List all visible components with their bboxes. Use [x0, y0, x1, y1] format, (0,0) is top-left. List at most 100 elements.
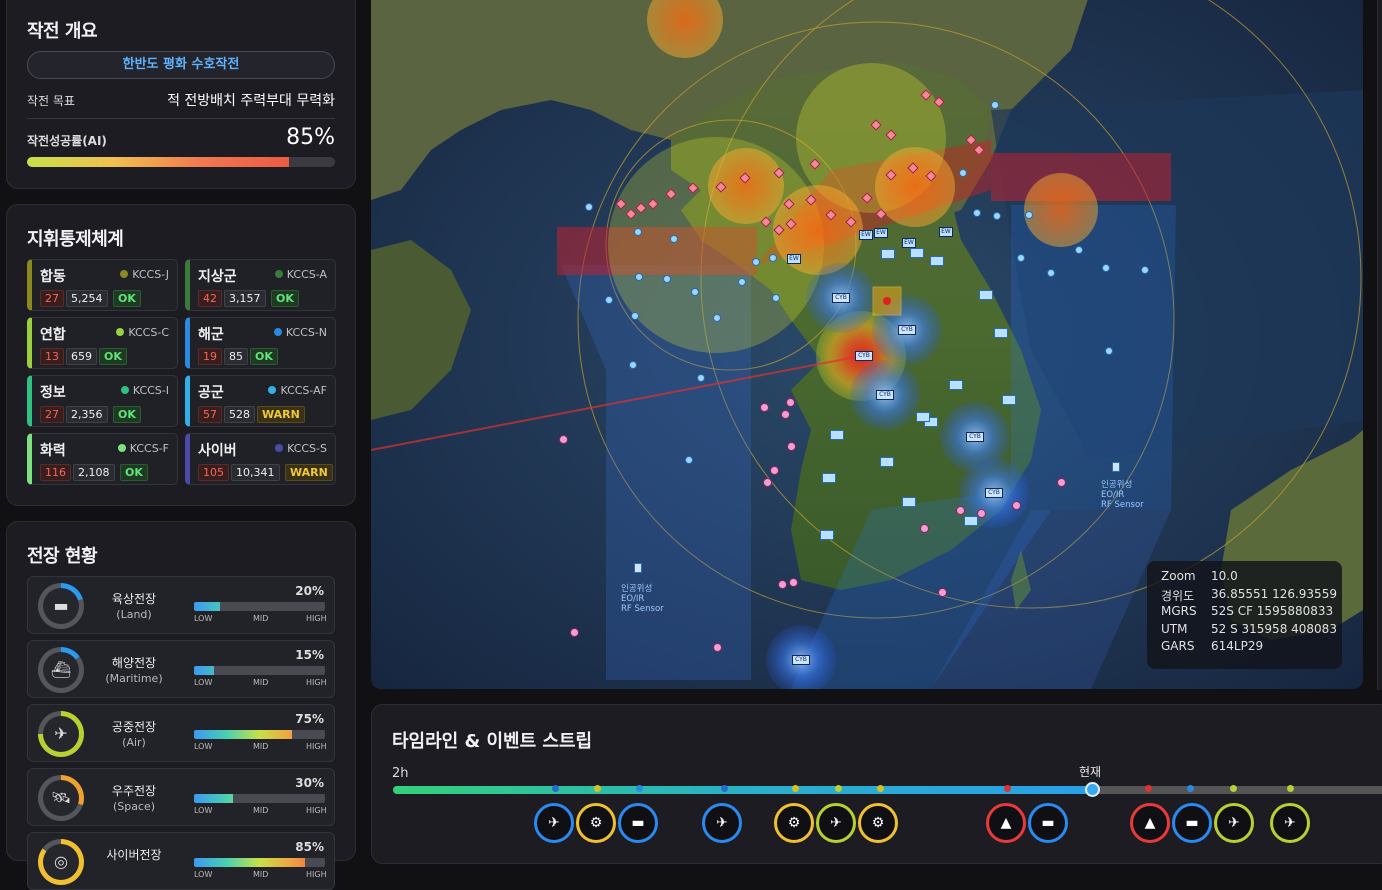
civil-marker[interactable] [1057, 478, 1066, 487]
c2-card-kccs-c[interactable]: 연합 KCCS-C 13 659 OK [27, 317, 178, 369]
neutral-contact-marker[interactable] [663, 275, 671, 283]
neutral-contact-marker[interactable] [959, 169, 967, 177]
neutral-contact-marker[interactable] [631, 312, 639, 320]
civil-marker[interactable] [787, 442, 796, 451]
civil-marker[interactable] [977, 509, 986, 518]
civil-marker[interactable] [760, 403, 769, 412]
timeline-event-drone-icon[interactable]: ✈ [534, 803, 574, 843]
civil-marker[interactable] [781, 410, 790, 419]
friendly-unit-marker[interactable] [830, 430, 844, 440]
neutral-contact-marker[interactable] [1017, 254, 1025, 262]
friendly-unit-marker[interactable] [881, 249, 895, 259]
operation-name-badge[interactable]: 한반도 평화 수호작전 [27, 51, 335, 79]
neutral-contact-marker[interactable] [769, 254, 777, 262]
tactical-map[interactable]: CYB CYB CYB CYB CYB CYB CYB EW EW EW EW EW 인공위성 EO/… [371, 0, 1363, 689]
neutral-contact-marker[interactable] [1075, 246, 1083, 254]
cyber-unit-marker[interactable]: CYB [985, 488, 1003, 498]
timeline-event-cyber-icon[interactable]: ⚙ [858, 803, 898, 843]
civil-marker[interactable] [778, 580, 787, 589]
friendly-unit-marker[interactable] [880, 457, 894, 467]
neutral-contact-marker[interactable] [605, 296, 613, 304]
neutral-contact-marker[interactable] [973, 209, 981, 217]
cyber-unit-marker[interactable]: CYB [966, 432, 984, 442]
battlefield-row-cyber[interactable]: ◎ 사이버전장 85% LOW MID HIGH [27, 832, 335, 890]
timeline-event-cyber-icon[interactable]: ⚙ [576, 803, 616, 843]
friendly-unit-marker[interactable] [902, 497, 916, 507]
neutral-contact-marker[interactable] [635, 273, 643, 281]
civil-marker[interactable] [1012, 501, 1021, 510]
timeline-event-tick[interactable] [792, 785, 799, 792]
ew-unit-marker[interactable]: EW [787, 254, 801, 264]
c2-card-kccs-j[interactable]: 합동 KCCS-J 27 5,254 OK [27, 259, 178, 311]
satellite-sensor-icon[interactable] [1112, 462, 1120, 472]
timeline-event-jet-icon[interactable]: ✈ [1270, 803, 1310, 843]
friendly-unit-marker[interactable] [979, 290, 993, 300]
neutral-contact-marker[interactable] [697, 374, 705, 382]
neutral-contact-marker[interactable] [670, 235, 678, 243]
satellite-sensor-icon[interactable] [634, 563, 642, 573]
timeline-event-tick[interactable] [1145, 785, 1152, 792]
c2-card-kccs-i[interactable]: 정보 KCCS-I 27 2,356 OK [27, 375, 178, 427]
timeline-event-tick[interactable] [1230, 785, 1237, 792]
civil-marker[interactable] [763, 478, 772, 487]
timeline-event-missile-icon[interactable]: ▲ [1130, 803, 1170, 843]
civil-marker[interactable] [920, 524, 929, 533]
neutral-contact-marker[interactable] [1141, 266, 1149, 274]
friendly-unit-marker[interactable] [930, 256, 944, 266]
battlefield-row-air[interactable]: ✈ 공중전장 (Air) 75% LOW MID HIGH [27, 704, 335, 762]
neutral-contact-marker[interactable] [1102, 264, 1110, 272]
timeline-now-handle[interactable] [1085, 782, 1100, 797]
cyber-unit-marker[interactable]: CYB [855, 351, 873, 361]
timeline-event-tick[interactable] [877, 785, 884, 792]
timeline-event-missile-icon[interactable]: ▲ [986, 803, 1026, 843]
friendly-unit-marker[interactable] [949, 380, 963, 390]
c2-card-kccs-a[interactable]: 지상군 KCCS-A 42 3,157 OK [185, 259, 336, 311]
neutral-contact-marker[interactable] [993, 212, 1001, 220]
civil-marker[interactable] [789, 578, 798, 587]
friendly-unit-marker[interactable] [820, 530, 834, 540]
ew-unit-marker[interactable]: EW [902, 238, 916, 248]
ew-unit-marker[interactable]: EW [874, 228, 888, 238]
neutral-contact-marker[interactable] [629, 361, 637, 369]
neutral-contact-marker[interactable] [585, 203, 593, 211]
timeline-event-tank-icon[interactable]: ▬ [1172, 803, 1212, 843]
timeline-event-jet-icon[interactable]: ✈ [816, 803, 856, 843]
timeline-event-tank-icon[interactable]: ▬ [1028, 803, 1068, 843]
neutral-contact-marker[interactable] [1047, 269, 1055, 277]
civil-marker[interactable] [938, 588, 947, 597]
cyber-unit-marker[interactable]: CYB [876, 390, 894, 400]
civil-marker[interactable] [786, 398, 795, 407]
c2-card-kccs-s[interactable]: 사이버 KCCS-S 105 10,341 WARN [185, 433, 336, 485]
cyber-unit-marker[interactable]: CYB [792, 655, 810, 665]
friendly-unit-marker[interactable] [994, 328, 1008, 338]
battlefield-row-land[interactable]: ▬ 육상전장 (Land) 20% LOW MID HIGH [27, 576, 335, 634]
neutral-contact-marker[interactable] [691, 288, 699, 296]
neutral-contact-marker[interactable] [738, 278, 746, 286]
c2-card-kccs-f[interactable]: 화력 KCCS-F 116 2,108 OK [27, 433, 178, 485]
timeline-event-tank-icon[interactable]: ▬ [618, 803, 658, 843]
timeline-event-tick[interactable] [594, 785, 601, 792]
civil-marker[interactable] [559, 435, 568, 444]
civil-marker[interactable] [570, 628, 579, 637]
timeline-event-tick[interactable] [1004, 785, 1011, 792]
neutral-contact-marker[interactable] [685, 456, 693, 464]
timeline-event-cyber-icon[interactable]: ⚙ [774, 803, 814, 843]
friendly-unit-marker[interactable] [916, 412, 930, 422]
timeline-event-tick[interactable] [835, 785, 842, 792]
timeline-event-tick[interactable] [636, 785, 643, 792]
neutral-contact-marker[interactable] [1105, 347, 1113, 355]
timeline-event-drone-icon[interactable]: ✈ [702, 803, 742, 843]
neutral-contact-marker[interactable] [991, 101, 999, 109]
friendly-unit-marker[interactable] [964, 516, 978, 526]
friendly-unit-marker[interactable] [910, 248, 924, 258]
battlefield-row-space[interactable]: 🛰 우주전장 (Space) 30% LOW MID HIGH [27, 768, 335, 826]
ew-unit-marker[interactable]: EW [939, 227, 953, 237]
timeline-event-tick[interactable] [1187, 785, 1194, 792]
friendly-unit-marker[interactable] [1002, 395, 1016, 405]
neutral-contact-marker[interactable] [634, 228, 642, 236]
timeline-event-tick[interactable] [721, 785, 728, 792]
c2-card-kccs-n[interactable]: 해군 KCCS-N 19 85 OK [185, 317, 336, 369]
neutral-contact-marker[interactable] [713, 314, 721, 322]
civil-marker[interactable] [770, 466, 779, 475]
civil-marker[interactable] [713, 643, 722, 652]
